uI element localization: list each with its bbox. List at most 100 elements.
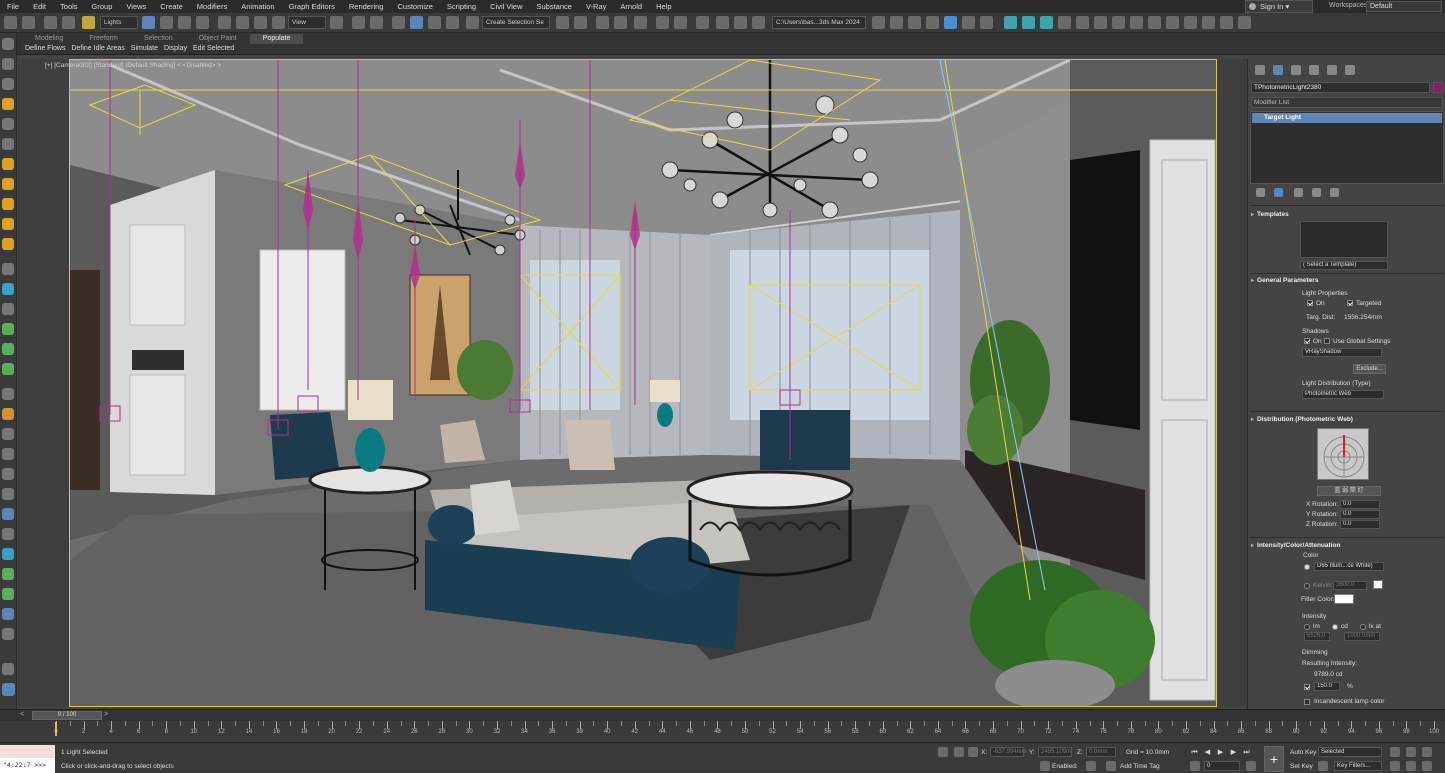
directional-icon[interactable] [2,198,14,210]
tab-modeling[interactable]: Modeling [22,34,76,44]
edit-selected-button[interactable]: Edit Selected [190,44,237,54]
curve-editor-icon[interactable] [656,16,669,29]
set-key-button[interactable]: Set Key [1290,763,1313,770]
create-tab-icon[interactable] [1255,65,1265,75]
arnold-icon[interactable] [2,508,14,520]
menu-modifiers[interactable]: Modifiers [190,2,234,11]
percent-checkbox[interactable] [1304,684,1310,690]
spinner-snap-icon[interactable] [446,16,459,29]
workspace-select[interactable]: Default [1366,1,1442,12]
skylight-icon[interactable] [2,218,14,230]
scene-explorer-icon[interactable] [596,16,609,29]
window-crossing-icon[interactable] [196,16,209,29]
vray-mesh-export-icon[interactable] [1148,16,1161,29]
zoom-extents-icon[interactable] [1390,747,1400,757]
sun-icon[interactable] [2,238,14,250]
z-coord-field[interactable]: 0.0mm [1086,747,1116,757]
object-color-swatch[interactable] [1433,82,1443,93]
pyramid-icon[interactable] [2,468,14,480]
templates-rollout[interactable]: Templates [1251,211,1289,218]
go-to-end-icon[interactable]: ⏭ [1242,748,1251,757]
unlink-icon[interactable] [62,16,75,29]
targeted-checkbox[interactable] [1347,300,1353,306]
y-rotation-spinner[interactable]: 0.0 [1340,510,1380,519]
render-setup-icon[interactable] [716,16,729,29]
pan-view-icon[interactable] [1406,747,1416,757]
y-coord-field[interactable]: 2495.109m [1038,747,1072,757]
spotlight-icon[interactable] [2,158,14,170]
menu-views[interactable]: Views [119,2,153,11]
viewport-layout-icon[interactable] [2,683,15,696]
undo-icon[interactable] [4,16,17,29]
bind-spacewarp-icon[interactable] [82,16,95,29]
x-coord-field[interactable]: -637.994mm [990,747,1027,757]
kelvin-spinner[interactable]: 3600.0 [1333,581,1367,590]
shadow-type-dropdown[interactable]: VRayShadow [1302,348,1382,357]
maxscript-listener-output[interactable]: "4:22:7 >>> [0,758,55,773]
play-icon[interactable]: ▶ [1216,748,1225,757]
remove-modifier-icon[interactable] [1312,188,1321,197]
absolute-mode-icon[interactable] [968,747,978,757]
menu-vray[interactable]: V-Ray [579,2,613,11]
vray-cosmos-icon[interactable] [1220,16,1233,29]
place-icon[interactable] [272,16,285,29]
link-icon[interactable] [44,16,57,29]
isolate-selection-icon[interactable] [938,747,948,757]
hierarchy-tab-icon[interactable] [1291,65,1301,75]
motion-tab-icon[interactable] [1309,65,1319,75]
teapot-icon[interactable] [2,388,14,400]
light-icon[interactable] [2,98,14,110]
ribbon-toggle-icon[interactable] [634,16,647,29]
current-frame-marker[interactable] [55,722,57,736]
use-global-checkbox[interactable] [1324,338,1330,344]
select-by-name-icon[interactable] [160,16,173,29]
targ-dist-value[interactable]: 1556.254mm [1344,314,1382,321]
layers-icon[interactable] [2,608,14,620]
vray-dome-light-icon[interactable] [980,16,993,29]
time-config-icon[interactable] [1246,761,1256,771]
incandescent-checkbox[interactable] [1304,699,1310,705]
vray-sphere-light-icon[interactable] [962,16,975,29]
light-on-checkbox[interactable] [1307,300,1313,306]
menu-substance[interactable]: Substance [529,2,578,11]
sign-in-button[interactable]: Sign In ▾ [1245,0,1313,13]
particle-icon[interactable] [2,408,14,420]
vray-lister-icon[interactable] [926,16,939,29]
mirror-icon[interactable] [556,16,569,29]
vray-fur-icon[interactable] [1076,16,1089,29]
keyboard-shortcut-icon[interactable] [370,16,383,29]
sphere-icon[interactable] [2,58,14,70]
ref-coord-dropdown[interactable]: View [288,16,326,29]
box-icon[interactable] [2,263,14,275]
scatter-icon[interactable] [2,568,14,580]
track-bar[interactable]: 0246810121416182022242628303234363840424… [0,721,1445,743]
compound-icon[interactable] [2,548,14,560]
vray-render-icon[interactable] [890,16,903,29]
spacewarp-icon[interactable] [2,138,14,150]
align-icon[interactable] [574,16,587,29]
schematic-view-icon[interactable] [674,16,687,29]
menu-customize[interactable]: Customize [390,2,439,11]
menu-help[interactable]: Help [649,2,678,11]
time-tag-icon[interactable] [1106,761,1116,771]
cd-radio[interactable] [1332,624,1338,630]
lock-selection-icon[interactable] [954,747,964,757]
general-parameters-rollout[interactable]: General Parameters [1251,277,1318,284]
utilities-tab-icon[interactable] [1345,65,1355,75]
vray-logo-icon[interactable] [2,488,14,500]
filter-color-swatch[interactable] [1334,594,1354,604]
camera-viewport[interactable] [69,59,1217,707]
selection-filter-dropdown[interactable]: Lights [100,16,138,29]
tab-populate[interactable]: Populate [249,34,304,44]
kelvin-radio[interactable] [1304,583,1310,589]
foliage-icon[interactable] [2,323,14,335]
rectangular-selection-icon[interactable] [178,16,191,29]
vray-plane-icon[interactable] [1094,16,1107,29]
orbit-icon[interactable] [1422,747,1432,757]
edit-named-selection-icon[interactable] [466,16,479,29]
make-unique-icon[interactable] [1294,188,1303,197]
photometric-file-button[interactable]: 蓝 弱 筒 灯 [1317,486,1381,496]
cylinder-icon[interactable] [2,283,14,295]
vray-scene-converter-icon[interactable] [1166,16,1179,29]
vray-sphere-icon[interactable] [1112,16,1125,29]
